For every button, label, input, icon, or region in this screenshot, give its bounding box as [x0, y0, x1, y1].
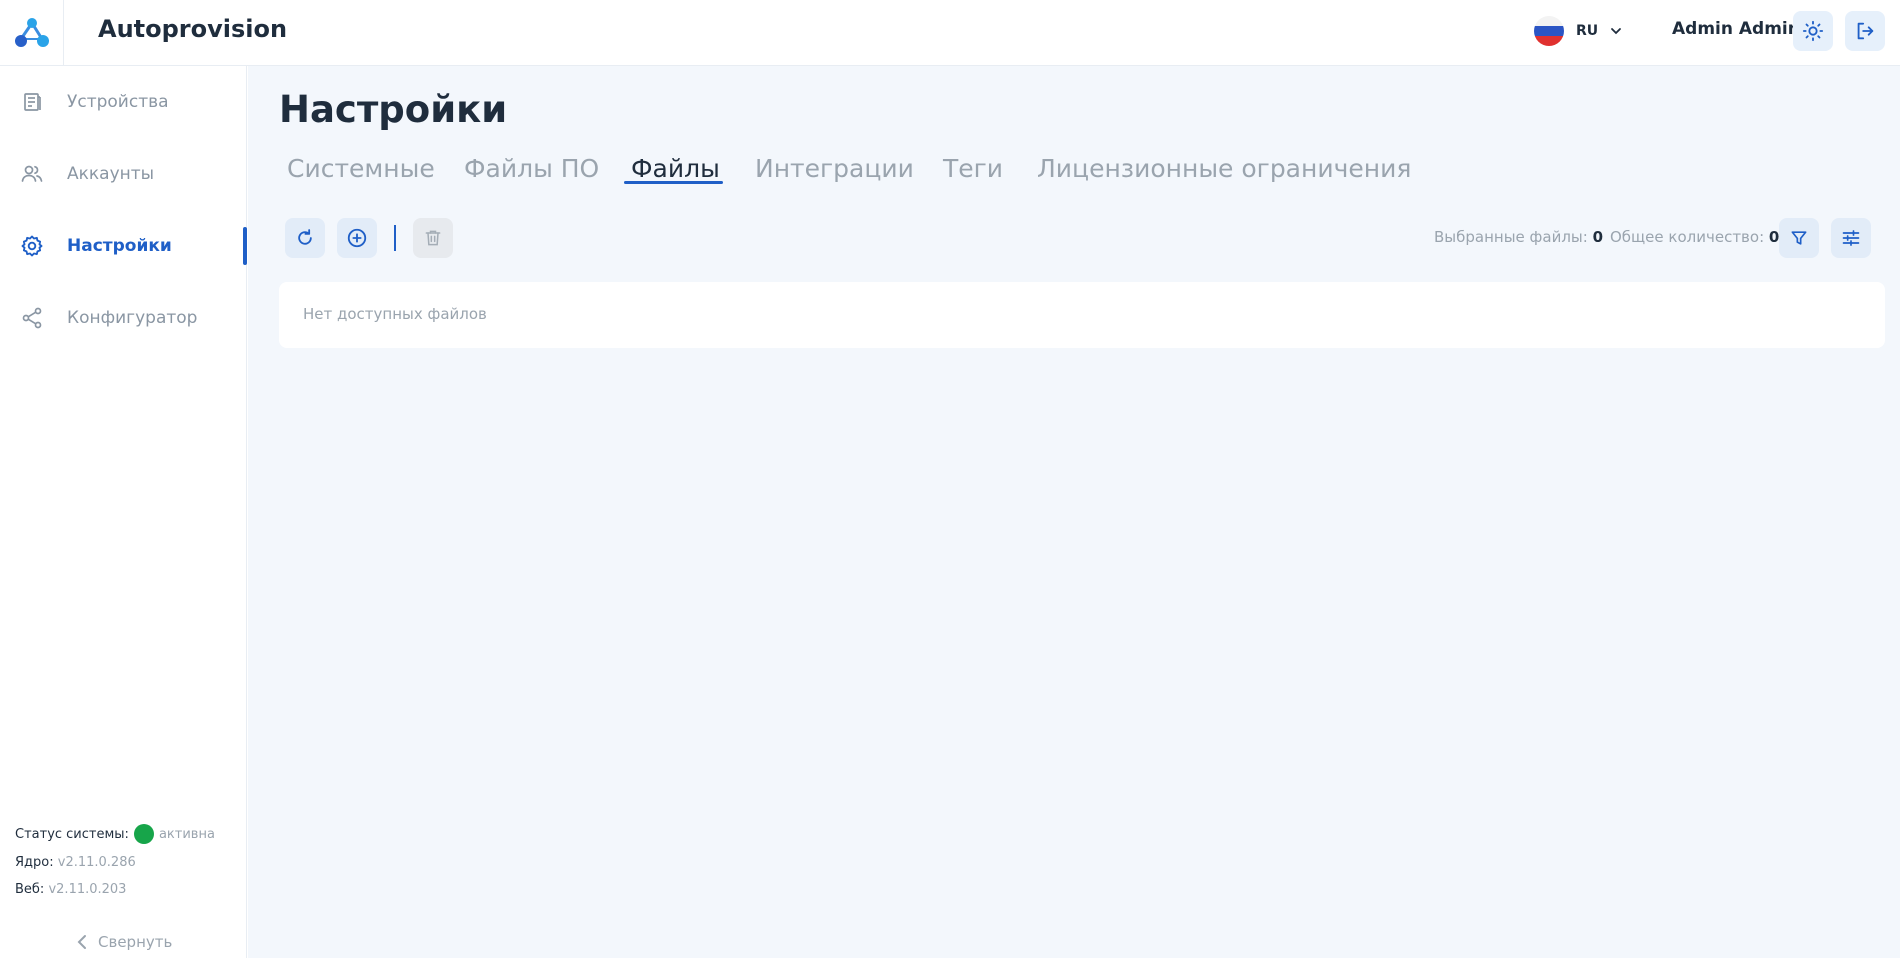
status-label: Статус системы: — [15, 826, 129, 842]
status-value: активна — [158, 826, 215, 842]
collapse-sidebar-button[interactable]: Свернуть — [76, 933, 172, 951]
tab-system[interactable]: Системные — [287, 154, 435, 183]
empty-state-text: Нет доступных файлов — [303, 305, 487, 323]
delete-button[interactable] — [413, 218, 453, 258]
refresh-icon — [298, 229, 312, 245]
user-name: Admin Admin — [1672, 19, 1800, 39]
top-bar: Autoprovision RU Admin Admin — [0, 0, 1900, 66]
active-tab-indicator — [624, 181, 723, 184]
total-files-count: 0 — [1768, 228, 1780, 246]
trash-icon — [425, 230, 441, 246]
sidebar-item-label: Аккаунты — [67, 164, 155, 184]
sun-icon — [1802, 20, 1824, 42]
page-title: Настройки — [279, 88, 508, 131]
chevron-left-icon — [77, 935, 86, 949]
tab-integrations[interactable]: Интеграции — [755, 154, 914, 183]
app-title: Autoprovision — [98, 15, 288, 43]
devices-icon — [24, 93, 41, 111]
refresh-button[interactable] — [285, 218, 325, 258]
collapse-label: Свернуть — [98, 933, 173, 951]
language-code: RU — [1576, 23, 1599, 39]
web-version: Веб: v2.11.0.203 — [15, 882, 126, 897]
sidebar-item-label: Настройки — [67, 236, 172, 256]
filter-button[interactable] — [1779, 218, 1819, 258]
web-version-value: v2.11.0.203 — [48, 882, 127, 897]
app-logo[interactable] — [0, 0, 64, 65]
logo-icon — [14, 17, 49, 47]
gear-icon — [21, 235, 43, 257]
sidebar-item-settings[interactable]: Настройки — [0, 222, 247, 270]
system-status: Статус системы: активна — [15, 824, 215, 844]
logout-icon — [1857, 22, 1874, 40]
selected-files-counter: Выбранные файлы: 0 — [1434, 228, 1603, 246]
sidebar-item-accounts[interactable]: Аккаунты — [0, 150, 247, 198]
tab-tags[interactable]: Теги — [943, 154, 1003, 183]
sidebar-item-configurator[interactable]: Конфигуратор — [0, 294, 247, 342]
core-label: Ядро: — [15, 855, 54, 870]
add-file-button[interactable] — [337, 218, 377, 258]
main-content: Настройки Системные Файлы ПО Файлы Интег… — [248, 66, 1900, 958]
core-version: Ядро: v2.11.0.286 — [15, 855, 136, 870]
web-label: Веб: — [15, 882, 45, 897]
russia-flag-icon — [1534, 16, 1564, 46]
filter-icon — [1791, 231, 1807, 245]
sidebar-item-label: Конфигуратор — [67, 308, 198, 328]
users-icon — [21, 165, 43, 182]
total-files-label: Общее количество: — [1610, 228, 1765, 246]
selected-files-count: 0 — [1592, 228, 1604, 246]
files-table: Нет доступных файлов — [279, 282, 1885, 348]
status-indicator — [133, 824, 154, 844]
logout-button[interactable] — [1845, 11, 1885, 51]
sidebar-item-label: Устройства — [67, 92, 169, 112]
selected-files-label: Выбранные файлы: — [1434, 228, 1588, 246]
tab-firmware-files[interactable]: Файлы ПО — [464, 154, 599, 183]
language-selector[interactable]: RU — [1534, 15, 1622, 47]
sidebar: Устройства Аккаунты Настройки Конфигурат… — [0, 66, 247, 958]
theme-toggle-button[interactable] — [1793, 11, 1833, 51]
sliders-icon — [1842, 230, 1860, 246]
plus-circle-icon — [347, 228, 367, 248]
share-icon — [22, 307, 42, 329]
column-settings-button[interactable] — [1831, 218, 1871, 258]
total-files-counter: Общее количество: 0 — [1610, 228, 1779, 246]
core-version-value: v2.11.0.286 — [57, 855, 136, 870]
sidebar-item-devices[interactable]: Устройства — [0, 78, 247, 126]
toolbar-separator — [394, 225, 396, 251]
tab-license-limits[interactable]: Лицензионные ограничения — [1037, 154, 1411, 183]
tab-files[interactable]: Файлы — [631, 154, 720, 183]
chevron-down-icon — [1611, 28, 1622, 35]
